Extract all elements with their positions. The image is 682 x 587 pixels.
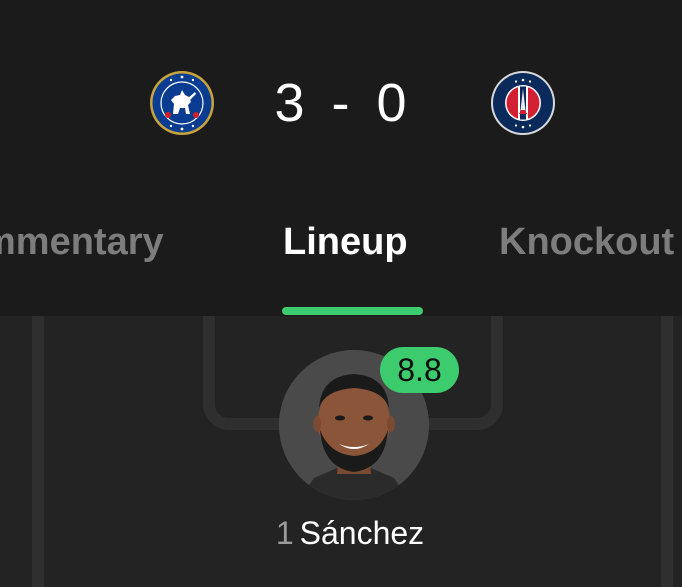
scoreline: 3 - 0 <box>241 70 441 136</box>
tab-label: Knockout <box>499 221 675 263</box>
player-shirt-number: 1 <box>275 515 294 551</box>
tab-label: Lineup <box>283 221 408 263</box>
tab-commentary[interactable]: mmentary <box>0 212 164 272</box>
tab-lineup[interactable]: Lineup <box>283 212 408 272</box>
home-score: 3 <box>274 73 306 133</box>
match-header: 3 - 0 mmentary Lineup Knockout <box>0 0 682 316</box>
active-tab-indicator <box>282 307 423 315</box>
pitch-touchline-right <box>661 316 673 587</box>
away-score: 0 <box>376 73 408 133</box>
tab-label: mmentary <box>0 221 164 263</box>
player-rating-badge: 8.8 <box>380 347 459 393</box>
player-name: Sánchez <box>299 515 425 551</box>
psg-crest-icon[interactable] <box>490 70 556 136</box>
tab-knockout[interactable]: Knockout <box>499 212 674 272</box>
match-tabs: mmentary Lineup Knockout <box>0 212 682 276</box>
chelsea-crest-icon[interactable] <box>149 70 215 136</box>
player-name-label[interactable]: 1 Sánchez <box>200 515 500 552</box>
pitch-touchline-left <box>32 316 44 587</box>
score-separator: - <box>331 73 351 133</box>
